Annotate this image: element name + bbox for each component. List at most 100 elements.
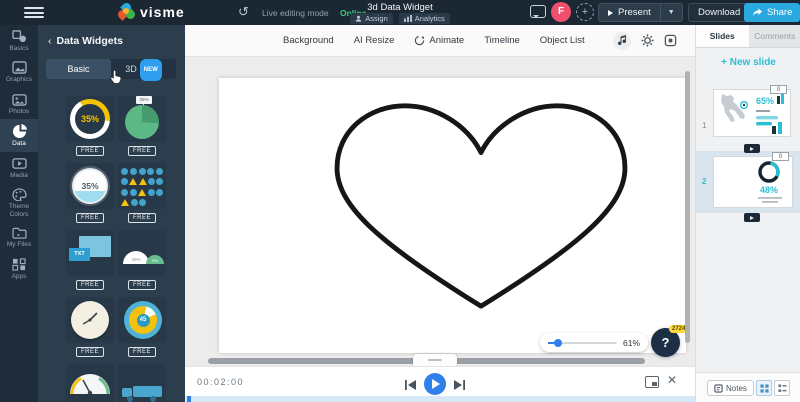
assign-button[interactable]: Assign [350,13,393,24]
timeline-track[interactable] [185,396,695,402]
notes-button[interactable]: Notes [707,380,754,396]
close-timeline-icon[interactable]: ✕ [667,373,677,387]
settings-gear-icon[interactable] [641,34,654,47]
sidebar-item-apps[interactable]: Apps [0,253,38,284]
analytics-button[interactable]: Analytics [398,13,450,24]
comments-icon[interactable] [530,5,546,18]
object-list-button[interactable]: Object List [540,35,585,46]
canvas-area: Background AI Resize Animate Timeline Ob… [185,25,695,402]
music-button[interactable] [612,31,631,50]
back-chevron-icon: ‹ [48,35,52,47]
widget-clock[interactable]: FREE [66,297,114,357]
widget-half-donut-gauges[interactable]: 49% 9% FREE [118,230,166,290]
sidebar-item-theme-colors[interactable]: Theme Colors [0,183,38,222]
animate-button[interactable]: Animate [414,35,464,46]
share-button[interactable]: Share [744,3,800,22]
assign-label: Assign [365,14,388,23]
visme-bloom-icon [116,1,137,21]
widget-speedometer[interactable] [66,364,114,402]
pie-chart-thumb: 35% [118,96,166,142]
zoom-slider[interactable] [548,338,617,347]
widget-text-box[interactable]: TXT FREE [66,230,114,290]
list-view-icon [777,383,787,392]
canvas-page[interactable] [219,78,686,353]
sidebar-item-graphics[interactable]: Graphics [0,56,38,87]
visme-logo[interactable]: visme [116,1,185,21]
undo-icon[interactable]: ↺ [238,4,249,20]
popout-icon[interactable] [645,376,659,388]
photos-icon [11,94,27,106]
slide-1-preview: 65% [721,94,784,134]
new-slide-button[interactable]: + New slide [696,57,800,68]
skip-back-button[interactable] [405,380,417,390]
timeline-timestamp: 00:02:00 [197,377,245,387]
present-button[interactable]: Present [599,4,661,21]
ring-gauge-outer: 45 [124,301,162,339]
sidebar-item-my-files[interactable]: My Files [0,222,38,252]
avatar[interactable]: F [551,2,571,22]
toolbar-icon-group [612,31,677,50]
sidebar-label: Media [10,171,28,179]
free-badge: FREE [76,347,104,357]
sidebar-item-data[interactable]: Data [0,119,38,152]
slide-transition-button[interactable] [744,213,760,222]
share-icon [753,8,763,16]
frame-capture-icon[interactable] [664,34,677,47]
slide-transition-button[interactable] [744,144,760,153]
slide-2-preview: 48% [758,161,782,203]
widget-donut-gauge[interactable]: 35% FREE [66,96,114,156]
media-icon [11,158,27,169]
list-view-button[interactable] [774,380,790,396]
pictogram-thumb [118,163,166,209]
slide-2-anim-count[interactable]: 0 [772,152,789,161]
slide-1-anim-count[interactable]: 0 [770,85,787,94]
vehicle-shape [122,386,162,402]
clock-thumb [66,297,114,343]
brand-name: visme [140,3,185,20]
widget-pie-chart[interactable]: 35% FREE [118,96,166,156]
panel-back-header[interactable]: ‹ Data Widgets [48,35,123,47]
sidebar-item-basics[interactable]: Basics [0,25,38,56]
graphics-icon [11,61,27,75]
tab-comments[interactable]: Comments [749,25,800,47]
top-bar: visme ↺ Live editing mode Online 3d Data… [0,0,800,25]
download-button[interactable]: Download [688,3,751,22]
zoom-control: 61% [540,333,648,352]
sidebar-label: My Files [6,241,32,249]
slide-1-number: 1 [702,121,707,130]
background-button[interactable]: Background [283,35,334,46]
donut-ring: 35% [70,99,110,139]
visme-editor: visme ↺ Live editing mode Online 3d Data… [0,0,800,402]
sidebar-item-media[interactable]: Media [0,152,38,183]
slide-2-thumbnail[interactable]: 48% [713,156,793,208]
sidebar-label: Photos [8,107,30,115]
slide-1-thumbnail[interactable]: 65% [713,89,791,137]
tab-slides[interactable]: Slides [696,25,749,47]
transition-arrow-icon [750,146,754,151]
timeline-button[interactable]: Timeline [484,35,520,46]
play-button[interactable] [424,373,446,395]
speedometer-thumb [66,364,114,402]
present-dropdown-button[interactable]: ▼ [661,9,682,16]
vertical-scrollbar[interactable] [685,71,690,343]
playhead-marker[interactable] [187,396,191,402]
skip-forward-button[interactable] [453,380,465,390]
zoom-slider-handle[interactable] [553,338,562,347]
ai-resize-button[interactable]: AI Resize [354,35,395,46]
circle-gauge-value: 35% [72,168,108,204]
data-widgets-panel: ‹ Data Widgets Basic 3D NEW 35% FREE 35% F… [38,25,185,402]
slide-2-number: 2 [702,177,707,186]
widget-ring-gauge[interactable]: 45 FREE [118,297,166,357]
bar-chart-icon [403,15,412,22]
grid-view-button[interactable] [756,380,772,396]
free-badge: FREE [128,347,156,357]
widget-vehicle[interactable] [118,364,166,402]
hamburger-menu-icon[interactable] [24,7,44,18]
widget-pictogram[interactable]: FREE [118,163,166,223]
widget-circle-gauge[interactable]: 35% FREE [66,163,114,223]
heart-shape[interactable] [325,100,637,314]
add-collaborator-icon[interactable]: + [576,3,594,21]
sidebar-item-photos[interactable]: Photos [0,88,38,119]
tab-basic[interactable]: Basic [46,59,111,79]
panel-title: Data Widgets [56,35,123,47]
